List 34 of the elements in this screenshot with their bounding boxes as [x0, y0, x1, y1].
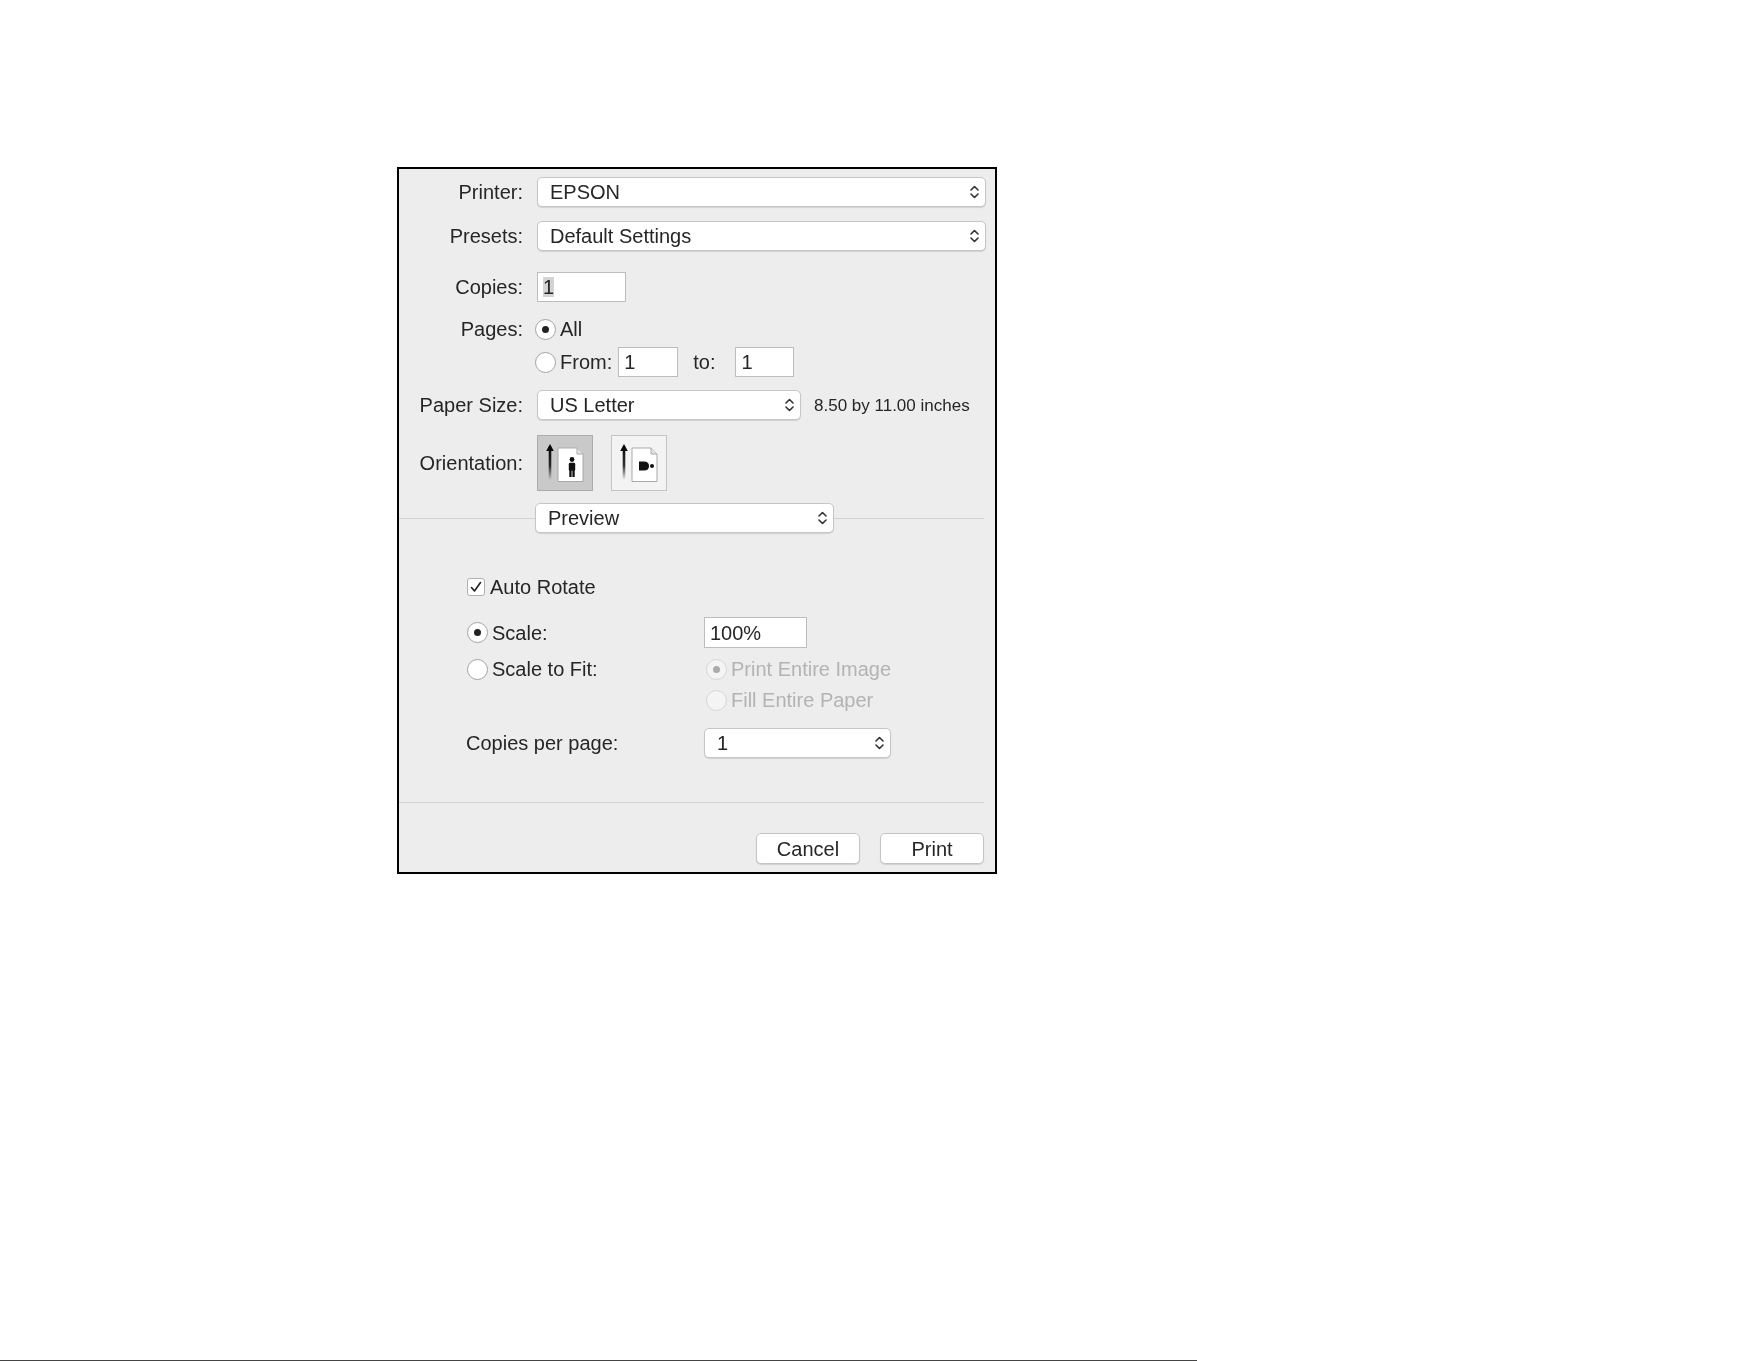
up-down-chevron-icon: [970, 229, 979, 243]
cancel-button[interactable]: Cancel: [756, 833, 860, 864]
presets-dropdown[interactable]: Default Settings: [537, 221, 986, 251]
paper-size-dropdown[interactable]: US Letter: [537, 390, 801, 420]
paper-dimensions-text: 8.50 by 11.00 inches: [814, 396, 970, 414]
pages-radio-option[interactable]: All: [535, 316, 583, 342]
landscape-orientation-button[interactable]: [611, 435, 667, 491]
field-label: Printer:: [457, 182, 523, 202]
sideways-person-page-icon: [620, 444, 658, 482]
field-label: Paper Size:: [418, 395, 523, 415]
copies-per-page-dropdown[interactable]: 1: [704, 727, 891, 758]
copies-per-page-label: Copies per page:: [466, 732, 620, 753]
up-down-chevron-icon: [818, 511, 827, 525]
up-down-chevron-icon: [970, 185, 979, 199]
print-button[interactable]: Print: [880, 833, 984, 864]
scale-to-fit-radio-option[interactable]: Scale to Fit:: [467, 656, 704, 682]
pages-radio-option[interactable]: From:: [535, 349, 613, 375]
auto-rotate-checkbox[interactable]: Auto Rotate: [467, 577, 596, 597]
up-down-chevron-icon: [785, 398, 794, 412]
to-page-field[interactable]: 1: [735, 347, 795, 377]
field-label: Orientation:: [418, 453, 523, 473]
printer-dropdown[interactable]: EPSON: [537, 177, 986, 207]
scale-percent-field[interactable]: 100%: [704, 617, 807, 648]
portrait-orientation-button[interactable]: [537, 435, 593, 491]
field-label: Pages:: [459, 319, 523, 339]
from-page-field[interactable]: 1: [618, 347, 679, 377]
to-label: to:: [693, 352, 716, 372]
scale-radio-option[interactable]: Scale:: [467, 619, 704, 646]
upright-person-page-icon: [546, 444, 584, 482]
up-down-chevron-icon: [875, 735, 884, 750]
copies-field[interactable]: 1: [537, 272, 626, 302]
section-dropdown[interactable]: Preview: [535, 503, 834, 533]
field-label: Presets:: [448, 226, 523, 246]
field-label: Copies:: [454, 277, 523, 297]
